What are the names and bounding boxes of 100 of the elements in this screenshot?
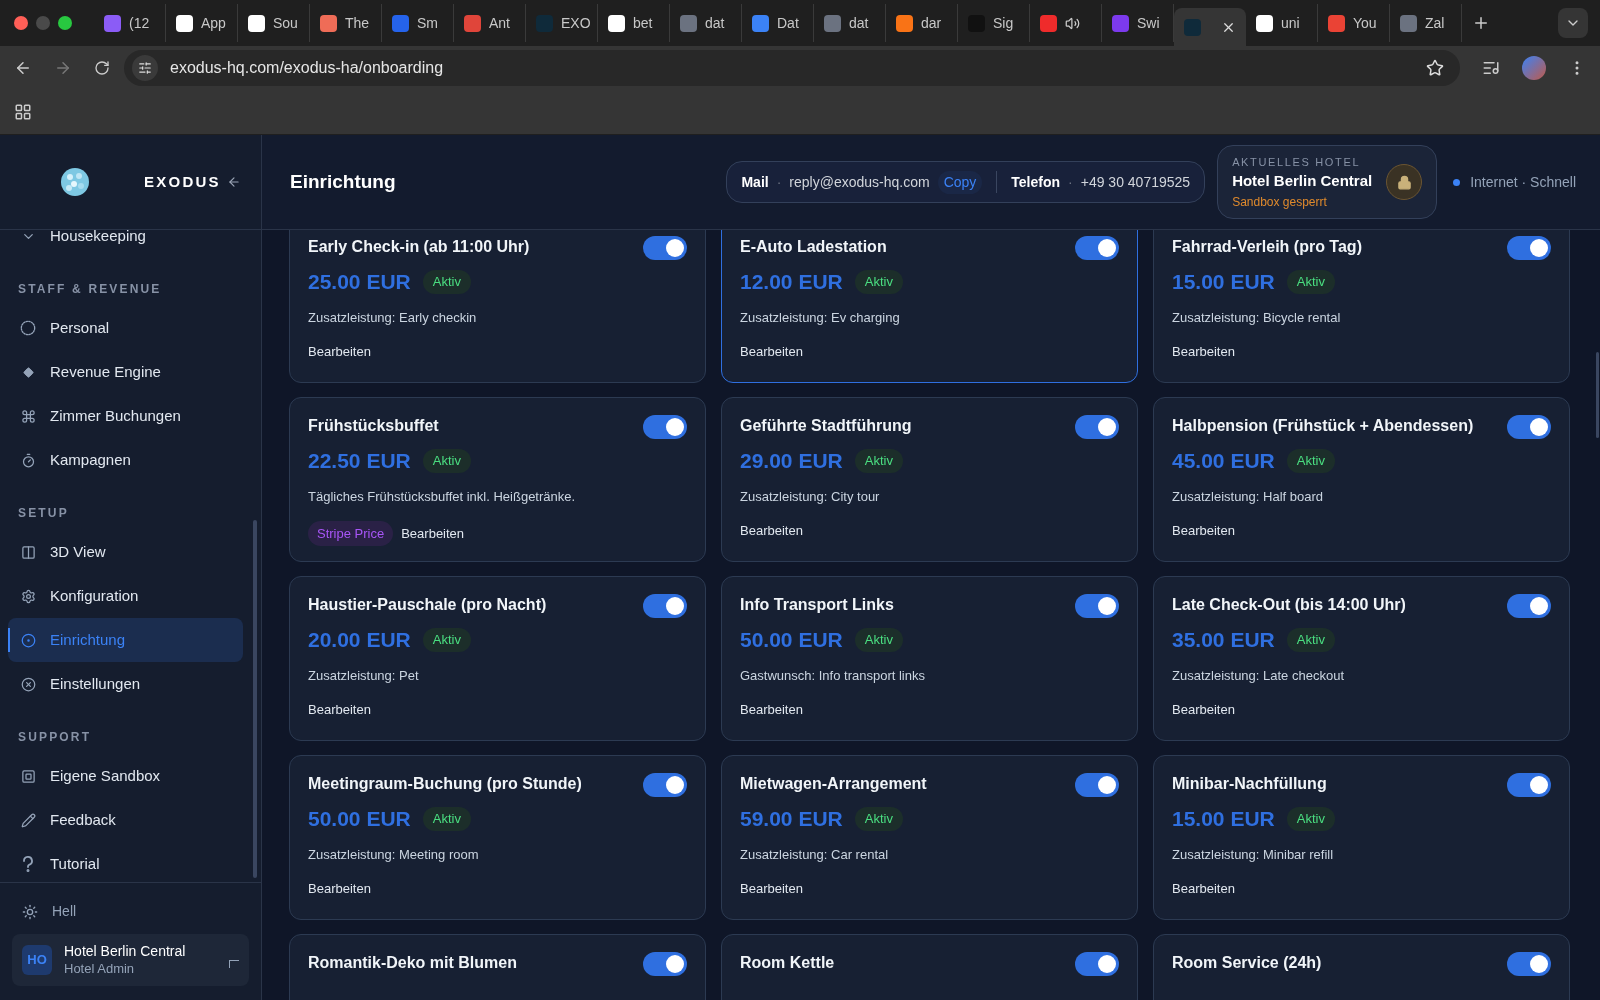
edit-link[interactable]: Bearbeiten <box>740 520 803 540</box>
browser-tab[interactable]: dat <box>814 4 886 42</box>
card-description: Zusatzleistung: Minibar refill <box>1172 846 1335 864</box>
status-badge: Aktiv <box>1286 807 1335 831</box>
browser-tab[interactable]: Sig <box>958 4 1030 42</box>
browser-tab[interactable]: (12 <box>94 4 166 42</box>
browser-tab[interactable]: bet <box>598 4 670 42</box>
nav-item[interactable]: Personal <box>8 306 243 350</box>
columns-icon <box>20 544 36 560</box>
toggle-switch[interactable] <box>1507 952 1551 976</box>
nav-item[interactable]: Eigene Sandbox <box>8 754 243 798</box>
nav-item[interactable]: Tutorial <box>8 842 243 882</box>
user-card[interactable]: HO Hotel Berlin Central Hotel Admin <box>12 934 249 986</box>
mail-label: Mail <box>741 172 769 192</box>
mail-address: reply@exodus-hq.com <box>789 172 930 192</box>
browser-tab[interactable]: The <box>310 4 382 42</box>
edit-link[interactable]: Bearbeiten <box>1172 878 1235 898</box>
nav-item[interactable]: Zimmer Buchungen <box>8 394 243 438</box>
browser-tab[interactable]: Dat <box>742 4 814 42</box>
browser-tab[interactable]: Swi <box>1102 4 1174 42</box>
browser-tab[interactable]: dat <box>670 4 742 42</box>
toggle-switch[interactable] <box>1075 415 1119 439</box>
settings-icon <box>20 588 36 604</box>
browser-tab[interactable]: Sm <box>382 4 454 42</box>
status-badge: Aktiv <box>854 449 903 473</box>
price: 15.00 EUR <box>1172 269 1275 295</box>
toggle-switch[interactable] <box>1075 594 1119 618</box>
card-title: Geführte Stadtführung <box>740 416 912 436</box>
toggle-switch[interactable] <box>643 952 687 976</box>
toggle-switch[interactable] <box>643 415 687 439</box>
browser-tab[interactable]: You <box>1318 4 1390 42</box>
url-text: exodus-hq.com/exodus-ha/onboarding <box>170 58 445 78</box>
toggle-switch[interactable] <box>1075 236 1119 260</box>
nav-item[interactable]: Revenue Engine <box>8 350 243 394</box>
toggle-switch[interactable] <box>1507 594 1551 618</box>
edit-link[interactable]: Bearbeiten <box>740 341 803 361</box>
site-icon <box>464 14 481 32</box>
apps-icon[interactable] <box>14 103 32 121</box>
toggle-switch[interactable] <box>1507 236 1551 260</box>
price: 12.00 EUR <box>740 269 843 295</box>
nav-item[interactable]: Einstellungen <box>8 662 243 706</box>
toggle-switch[interactable] <box>1507 773 1551 797</box>
forward-icon[interactable] <box>54 59 72 77</box>
tab-label: (12 <box>129 13 150 33</box>
reload-icon[interactable] <box>94 60 110 76</box>
browser-tab[interactable]: EXO <box>526 4 598 42</box>
edit-link[interactable]: Bearbeiten <box>401 523 465 543</box>
edit-link[interactable]: Bearbeiten <box>308 878 371 898</box>
browser-tab[interactable]: Sou <box>238 4 310 42</box>
circle-x-icon <box>20 676 36 692</box>
edit-link[interactable]: Bearbeiten <box>1172 341 1235 361</box>
edit-link[interactable]: Bearbeiten <box>1172 699 1235 719</box>
edit-link[interactable]: Bearbeiten <box>308 699 371 719</box>
section-heading: SETUP <box>17 505 70 522</box>
edit-link[interactable]: Bearbeiten <box>740 878 803 898</box>
maximize-window-icon[interactable] <box>58 16 72 30</box>
timer-icon <box>20 452 36 468</box>
media-icon[interactable] <box>1482 59 1500 77</box>
nav-item[interactable]: Housekeeping <box>8 230 243 258</box>
toggle-switch[interactable] <box>643 594 687 618</box>
card-title: Frühstücksbuffet <box>308 416 439 436</box>
browser-tab[interactable]: dar <box>886 4 958 42</box>
browser-tab[interactable]: App <box>166 4 238 42</box>
toggle-switch[interactable] <box>1075 952 1119 976</box>
tab-menu-button[interactable] <box>1558 8 1588 38</box>
theme-toggle-label[interactable]: Hell <box>52 901 77 922</box>
nav-item[interactable]: 3D View <box>8 530 243 574</box>
site-settings-icon[interactable] <box>132 55 158 81</box>
command-icon <box>20 408 36 424</box>
nav-item[interactable]: Einrichtung <box>8 618 243 662</box>
browser-tab[interactable]: uni <box>1246 4 1318 42</box>
connection-status: Internet · Schnell <box>1470 172 1576 192</box>
price: 50.00 EUR <box>308 806 411 832</box>
sun-icon[interactable] <box>22 903 38 920</box>
edit-link[interactable]: Bearbeiten <box>1172 520 1235 540</box>
profile-avatar[interactable] <box>1522 56 1546 80</box>
back-icon[interactable] <box>14 59 32 77</box>
toggle-switch[interactable] <box>643 236 687 260</box>
toggle-switch[interactable] <box>1507 415 1551 439</box>
browser-tab[interactable]: Ant <box>454 4 526 42</box>
bookmark-star-icon[interactable] <box>1426 59 1444 77</box>
card-title: Halbpension (Frühstück + Abendessen) <box>1172 416 1474 436</box>
nav-item[interactable]: Kampagnen <box>8 438 243 482</box>
nav-item[interactable]: Konfiguration <box>8 574 243 618</box>
edit-link[interactable]: Bearbeiten <box>308 341 371 361</box>
copy-button[interactable]: Copy <box>937 170 983 194</box>
page-title: Einrichtung <box>290 169 397 194</box>
nav-item[interactable]: Feedback <box>8 798 243 842</box>
price: 45.00 EUR <box>1172 448 1275 474</box>
toggle-switch[interactable] <box>1075 773 1119 797</box>
edit-link[interactable]: Bearbeiten <box>740 699 803 719</box>
tab-label: uni <box>1281 13 1300 33</box>
site-icon <box>392 14 409 32</box>
address-bar[interactable]: exodus-hq.com/exodus-ha/onboarding <box>124 50 1460 86</box>
browser-tab[interactable]: Zal <box>1390 4 1462 42</box>
lock-button[interactable] <box>1386 164 1423 200</box>
toggle-switch[interactable] <box>643 773 687 797</box>
collapse-icon[interactable] <box>227 175 241 189</box>
new-tab-icon[interactable] <box>1472 14 1490 32</box>
close-window-icon[interactable] <box>14 16 28 30</box>
